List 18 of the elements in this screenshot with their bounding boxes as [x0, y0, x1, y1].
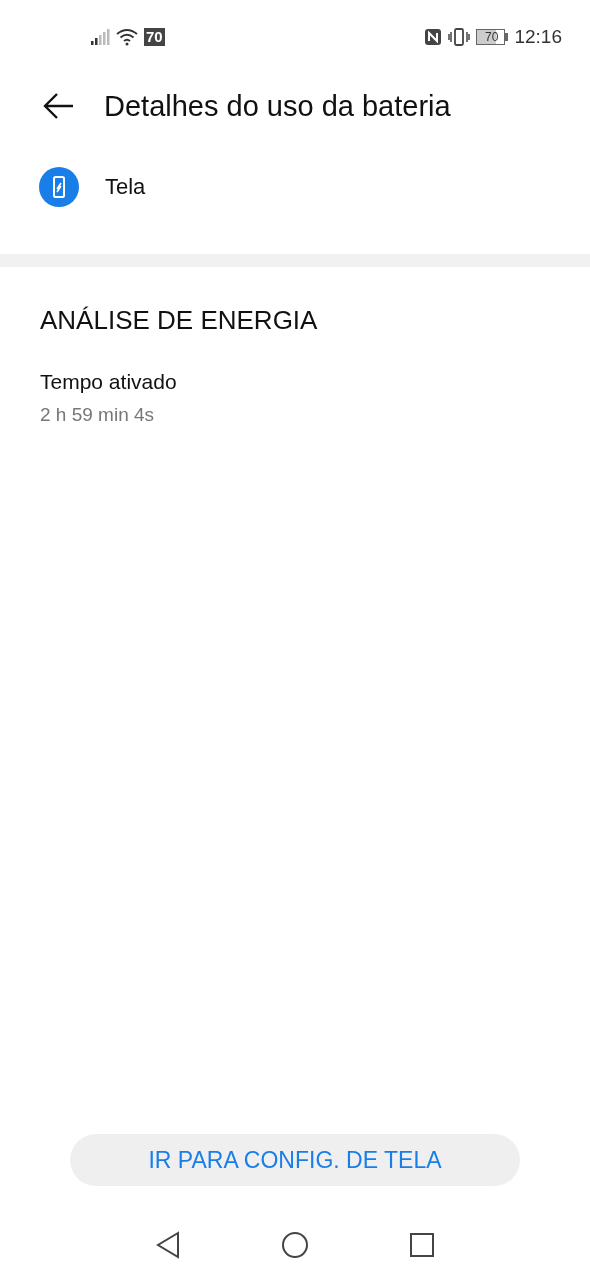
home-nav-icon[interactable] — [281, 1231, 309, 1259]
battery-icon: 70 — [476, 29, 509, 45]
network-badge: 70 — [144, 28, 165, 46]
row-value: 2 h 59 min 4s — [40, 404, 156, 426]
wifi-icon — [116, 28, 138, 46]
back-arrow-icon[interactable] — [42, 92, 74, 120]
back-nav-icon[interactable] — [155, 1231, 181, 1259]
nfc-icon — [424, 28, 443, 46]
page-title: Detalhes do uso da bateria — [104, 89, 451, 123]
phone-icon — [39, 167, 79, 207]
row-label: Tempo ativado — [40, 370, 178, 394]
vibrate-icon — [448, 28, 471, 46]
recents-nav-icon[interactable] — [409, 1232, 435, 1258]
app-name: Tela — [105, 174, 146, 200]
status-time: 12:16 — [514, 26, 562, 48]
section-title: ANÁLISE DE ENERGIA — [39, 304, 319, 336]
settings-button[interactable]: IR PARA CONFIG. DE TELA — [70, 1134, 520, 1186]
signal-icon — [90, 29, 110, 45]
